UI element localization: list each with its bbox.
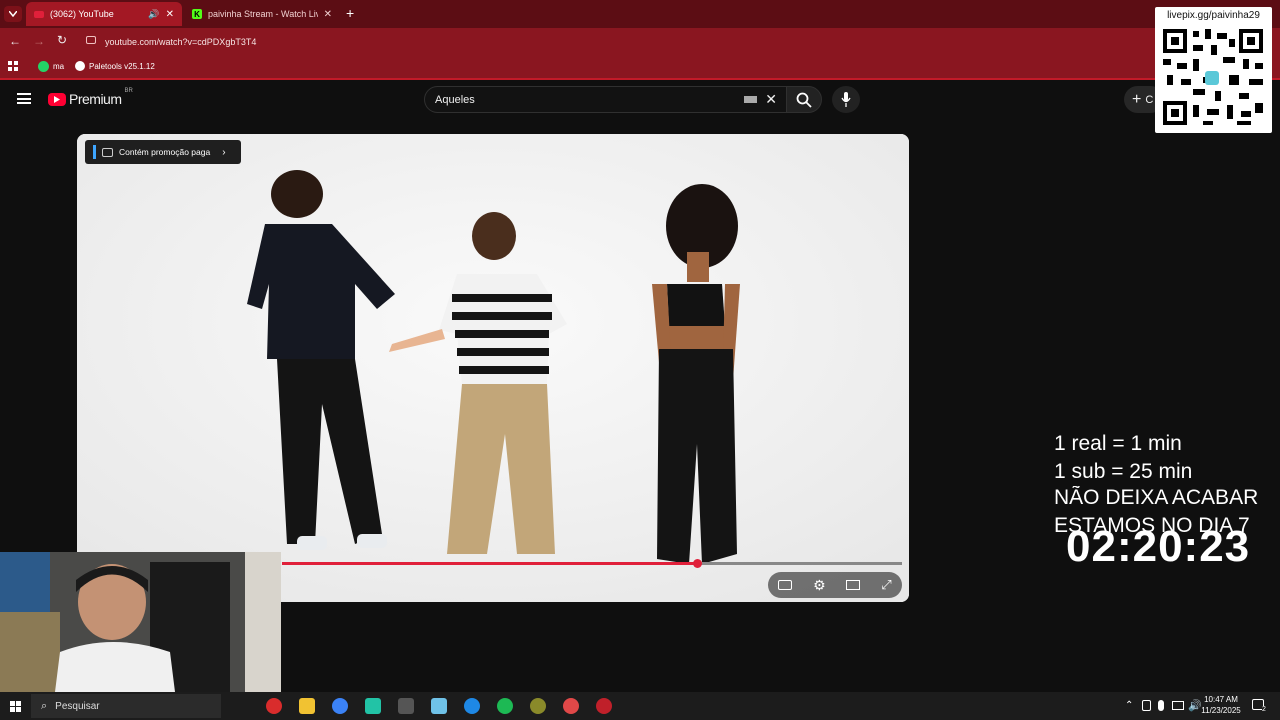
address-bar-row: ← → ↻ youtube.com/watch?v=cdPDXgbT3T4 [0,28,1280,56]
chrome-profile-icon[interactable] [563,698,579,714]
kick-favicon-icon: K [192,9,202,19]
app-icon-2[interactable] [365,698,381,714]
site-info-icon[interactable] [86,36,96,44]
close-tab-icon[interactable]: ✕ [166,9,174,20]
spotify-icon[interactable] [497,698,513,714]
video-frame [77,134,909,602]
url-text[interactable]: youtube.com/watch?v=cdPDXgbT3T4 [105,37,256,47]
search-input[interactable]: Aqueles [435,94,744,106]
voice-search-button[interactable] [832,86,860,113]
paid-promotion-badge[interactable]: Contém promoção paga › [85,140,241,164]
theater-mode-icon[interactable] [846,580,861,590]
app-icon-3[interactable] [398,698,414,714]
windows-start-icon[interactable] [10,701,21,712]
promo-label: Contém promoção paga [119,147,211,157]
edge-icon[interactable] [464,698,480,714]
overlay-line-2: 1 sub = 25 min [1054,460,1193,483]
webcam-feed [0,552,281,692]
search-box[interactable]: Aqueles ✕ [424,86,788,113]
promotion-icon [102,147,113,157]
taskbar-search[interactable]: ⌕ Pesquisar [31,694,221,718]
network-icon[interactable] [1172,701,1184,710]
qr-code-panel [1155,7,1272,133]
overlay-line-3: NÃO DEIXA ACABAR [1054,486,1259,509]
badge-accent [93,145,96,159]
donation-url: livepix.gg/paivinha29 [1167,10,1260,21]
create-label: C [1145,93,1154,106]
microphone-icon [841,92,851,107]
subtitles-icon[interactable] [778,580,793,590]
webcam-image [0,552,281,692]
tab-kick[interactable]: K paivinha Stream - Watch Live o ✕ [184,2,340,26]
video-player[interactable] [77,134,909,602]
overlay-line-1: 1 real = 1 min [1054,432,1182,455]
hamburger-menu-icon[interactable] [17,93,31,104]
qr-code [1163,29,1263,125]
reload-icon[interactable]: ↻ [57,33,67,47]
clear-search-icon[interactable]: ✕ [765,91,777,108]
player-controls: ⚙ ⤢ [768,572,902,598]
settings-gear-icon[interactable]: ⚙ [813,577,826,594]
notification-count: 2 [1262,706,1266,713]
app-icon-1[interactable] [266,698,282,714]
keyboard-icon[interactable] [744,96,758,103]
plus-icon: + [1132,90,1142,108]
search-button[interactable] [786,86,822,113]
whatsapp-icon [38,61,49,72]
bookmark-ma[interactable]: ma [38,61,64,72]
chevron-down-icon [9,11,17,17]
speaker-icon[interactable]: 🔊 [148,9,159,20]
back-arrow-icon[interactable]: ← [9,34,21,48]
bookmarks-bar: ma Paletools v25.1.12 [0,56,1280,80]
app-icon-4[interactable] [431,698,447,714]
forward-arrow-icon[interactable]: → [33,34,45,48]
app-icon-5[interactable] [530,698,546,714]
logo-text: Premium [69,91,122,107]
battery-icon[interactable] [1142,700,1151,711]
taskbar-clock[interactable]: 10:47 AM 11/23/2025 [1200,694,1242,716]
browser-tab-bar: (3062) YouTube 🔊 ✕ K paivinha Stream - W… [0,0,1280,28]
bookmark-label: ma [53,62,65,71]
subathon-timer: 02:20:23 [1066,522,1251,571]
progress-bar-fill [282,562,698,565]
microphone-tray-icon[interactable] [1158,700,1164,711]
tray-chevron-up-icon[interactable]: ⌃ [1125,700,1133,711]
apps-grid-icon[interactable] [8,61,18,71]
clock-time: 10:47 AM [1204,695,1238,704]
bookmark-paletools[interactable]: Paletools v25.1.12 [75,61,155,71]
fullscreen-icon[interactable]: ⤢ [881,577,891,593]
paletools-icon [75,61,85,71]
close-tab-icon[interactable]: ✕ [324,9,332,20]
tab-youtube[interactable]: (3062) YouTube 🔊 ✕ [26,2,182,26]
tab-title: paivinha Stream - Watch Live o [208,9,318,19]
search-icon [796,92,812,108]
new-tab-icon[interactable]: + [346,5,354,21]
bookmark-label: Paletools v25.1.12 [89,61,155,71]
chevron-right-icon: › [222,146,226,158]
tab-title: (3062) YouTube [50,9,114,19]
youtube-play-icon [48,92,66,106]
taskbar-search-label: Pesquisar [55,700,100,712]
clock-date: 11/23/2025 [1201,706,1241,715]
app-icon-6[interactable] [596,698,612,714]
youtube-favicon-icon [34,10,44,18]
file-explorer-icon[interactable] [299,698,315,714]
search-icon: ⌕ [41,699,48,712]
youtube-logo[interactable]: Premium BR [48,88,133,107]
chrome-icon[interactable] [332,698,348,714]
region-badge: BR [124,88,133,94]
tab-list-button[interactable] [4,6,22,22]
